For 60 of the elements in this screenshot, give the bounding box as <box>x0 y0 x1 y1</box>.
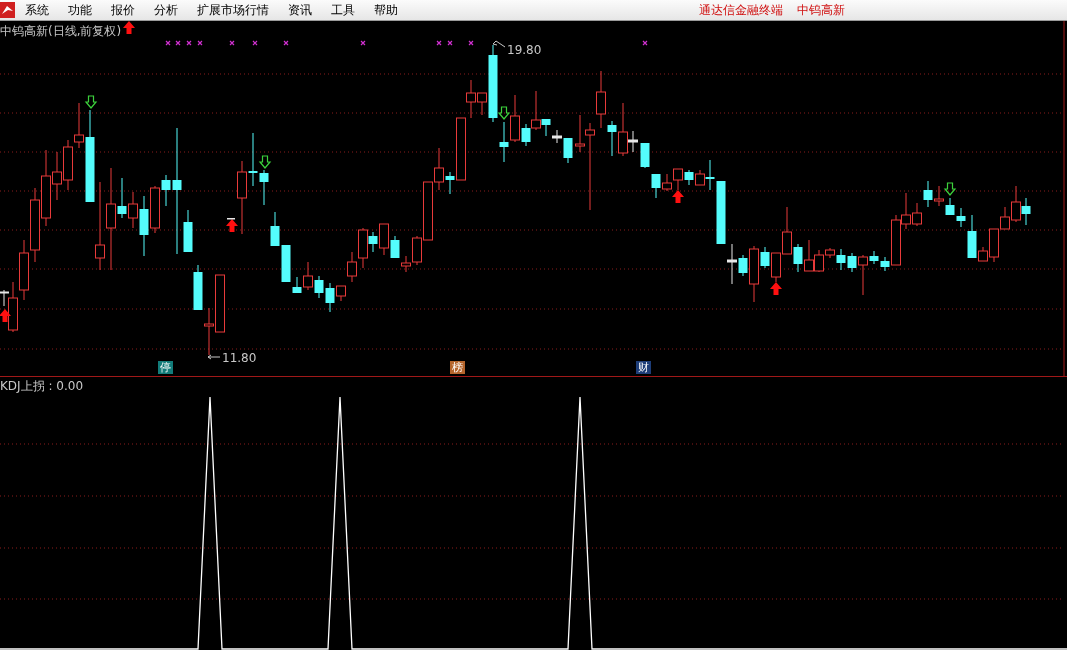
cross-mark <box>252 40 258 46</box>
event-marker[interactable]: 停 <box>158 361 173 374</box>
candlestick <box>804 239 814 272</box>
chart-title: 中钨高新(日线,前复权) <box>0 23 122 40</box>
candlestick <box>662 173 672 192</box>
candlestick <box>347 251 357 283</box>
cross-mark <box>197 40 203 46</box>
candlestick <box>204 307 214 356</box>
candlestick <box>934 185 944 207</box>
down-arrow-icon <box>258 155 272 169</box>
menu-item[interactable]: 扩展市场行情 <box>197 1 269 19</box>
header-text: 通达信金融终端 <box>699 1 783 19</box>
down-arrow-icon <box>943 182 957 196</box>
up-arrow-icon <box>226 219 238 232</box>
cross-mark <box>642 40 648 46</box>
menu-item[interactable]: 资讯 <box>288 1 312 19</box>
price-label: 19.80 <box>507 43 542 57</box>
header-text: 中钨高新 <box>797 1 845 19</box>
candlestick <box>945 197 955 216</box>
menu-item[interactable]: 帮助 <box>374 1 398 19</box>
cross-mark <box>175 40 181 46</box>
down-arrow-icon <box>497 106 511 120</box>
price-label: 11.80 <box>222 351 257 365</box>
up-arrow-icon <box>0 309 11 322</box>
candlestick <box>314 275 324 299</box>
candlestick <box>673 168 683 191</box>
cross-mark <box>186 40 192 46</box>
candlestick <box>215 274 225 333</box>
candlestick <box>270 211 280 247</box>
candlestick <box>1021 197 1031 226</box>
down-arrow-icon <box>84 95 98 109</box>
menu-item[interactable]: 工具 <box>331 1 355 19</box>
indicator-label: KDJ上拐 : 0.00 <box>0 378 84 395</box>
up-arrow-icon <box>770 282 782 295</box>
candlestick <box>923 180 933 208</box>
cross-mark <box>436 40 442 46</box>
menu-item[interactable]: 功能 <box>68 1 92 19</box>
up-arrow-icon <box>672 190 684 203</box>
candlestick <box>651 173 661 199</box>
leader-line <box>207 354 221 360</box>
menu-item[interactable]: 报价 <box>111 1 135 19</box>
cross-mark <box>360 40 366 46</box>
app-logo-icon[interactable] <box>0 2 15 18</box>
menu-item[interactable]: 系统 <box>25 1 49 19</box>
candlestick <box>63 139 73 191</box>
candlestick <box>684 169 694 186</box>
candlestick <box>640 142 650 169</box>
up-arrow-icon <box>123 21 135 34</box>
event-marker[interactable]: 榜 <box>450 361 465 374</box>
cross-mark <box>283 40 289 46</box>
cross-mark <box>447 40 453 46</box>
candlestick <box>19 239 29 301</box>
candlestick <box>193 264 203 311</box>
cross-mark <box>165 40 171 46</box>
cross-mark <box>468 40 474 46</box>
leader-line <box>492 40 506 48</box>
candlestick <box>390 235 400 259</box>
event-marker[interactable]: 财 <box>636 361 651 374</box>
cross-mark <box>229 40 235 46</box>
menu-item[interactable]: 分析 <box>154 1 178 19</box>
